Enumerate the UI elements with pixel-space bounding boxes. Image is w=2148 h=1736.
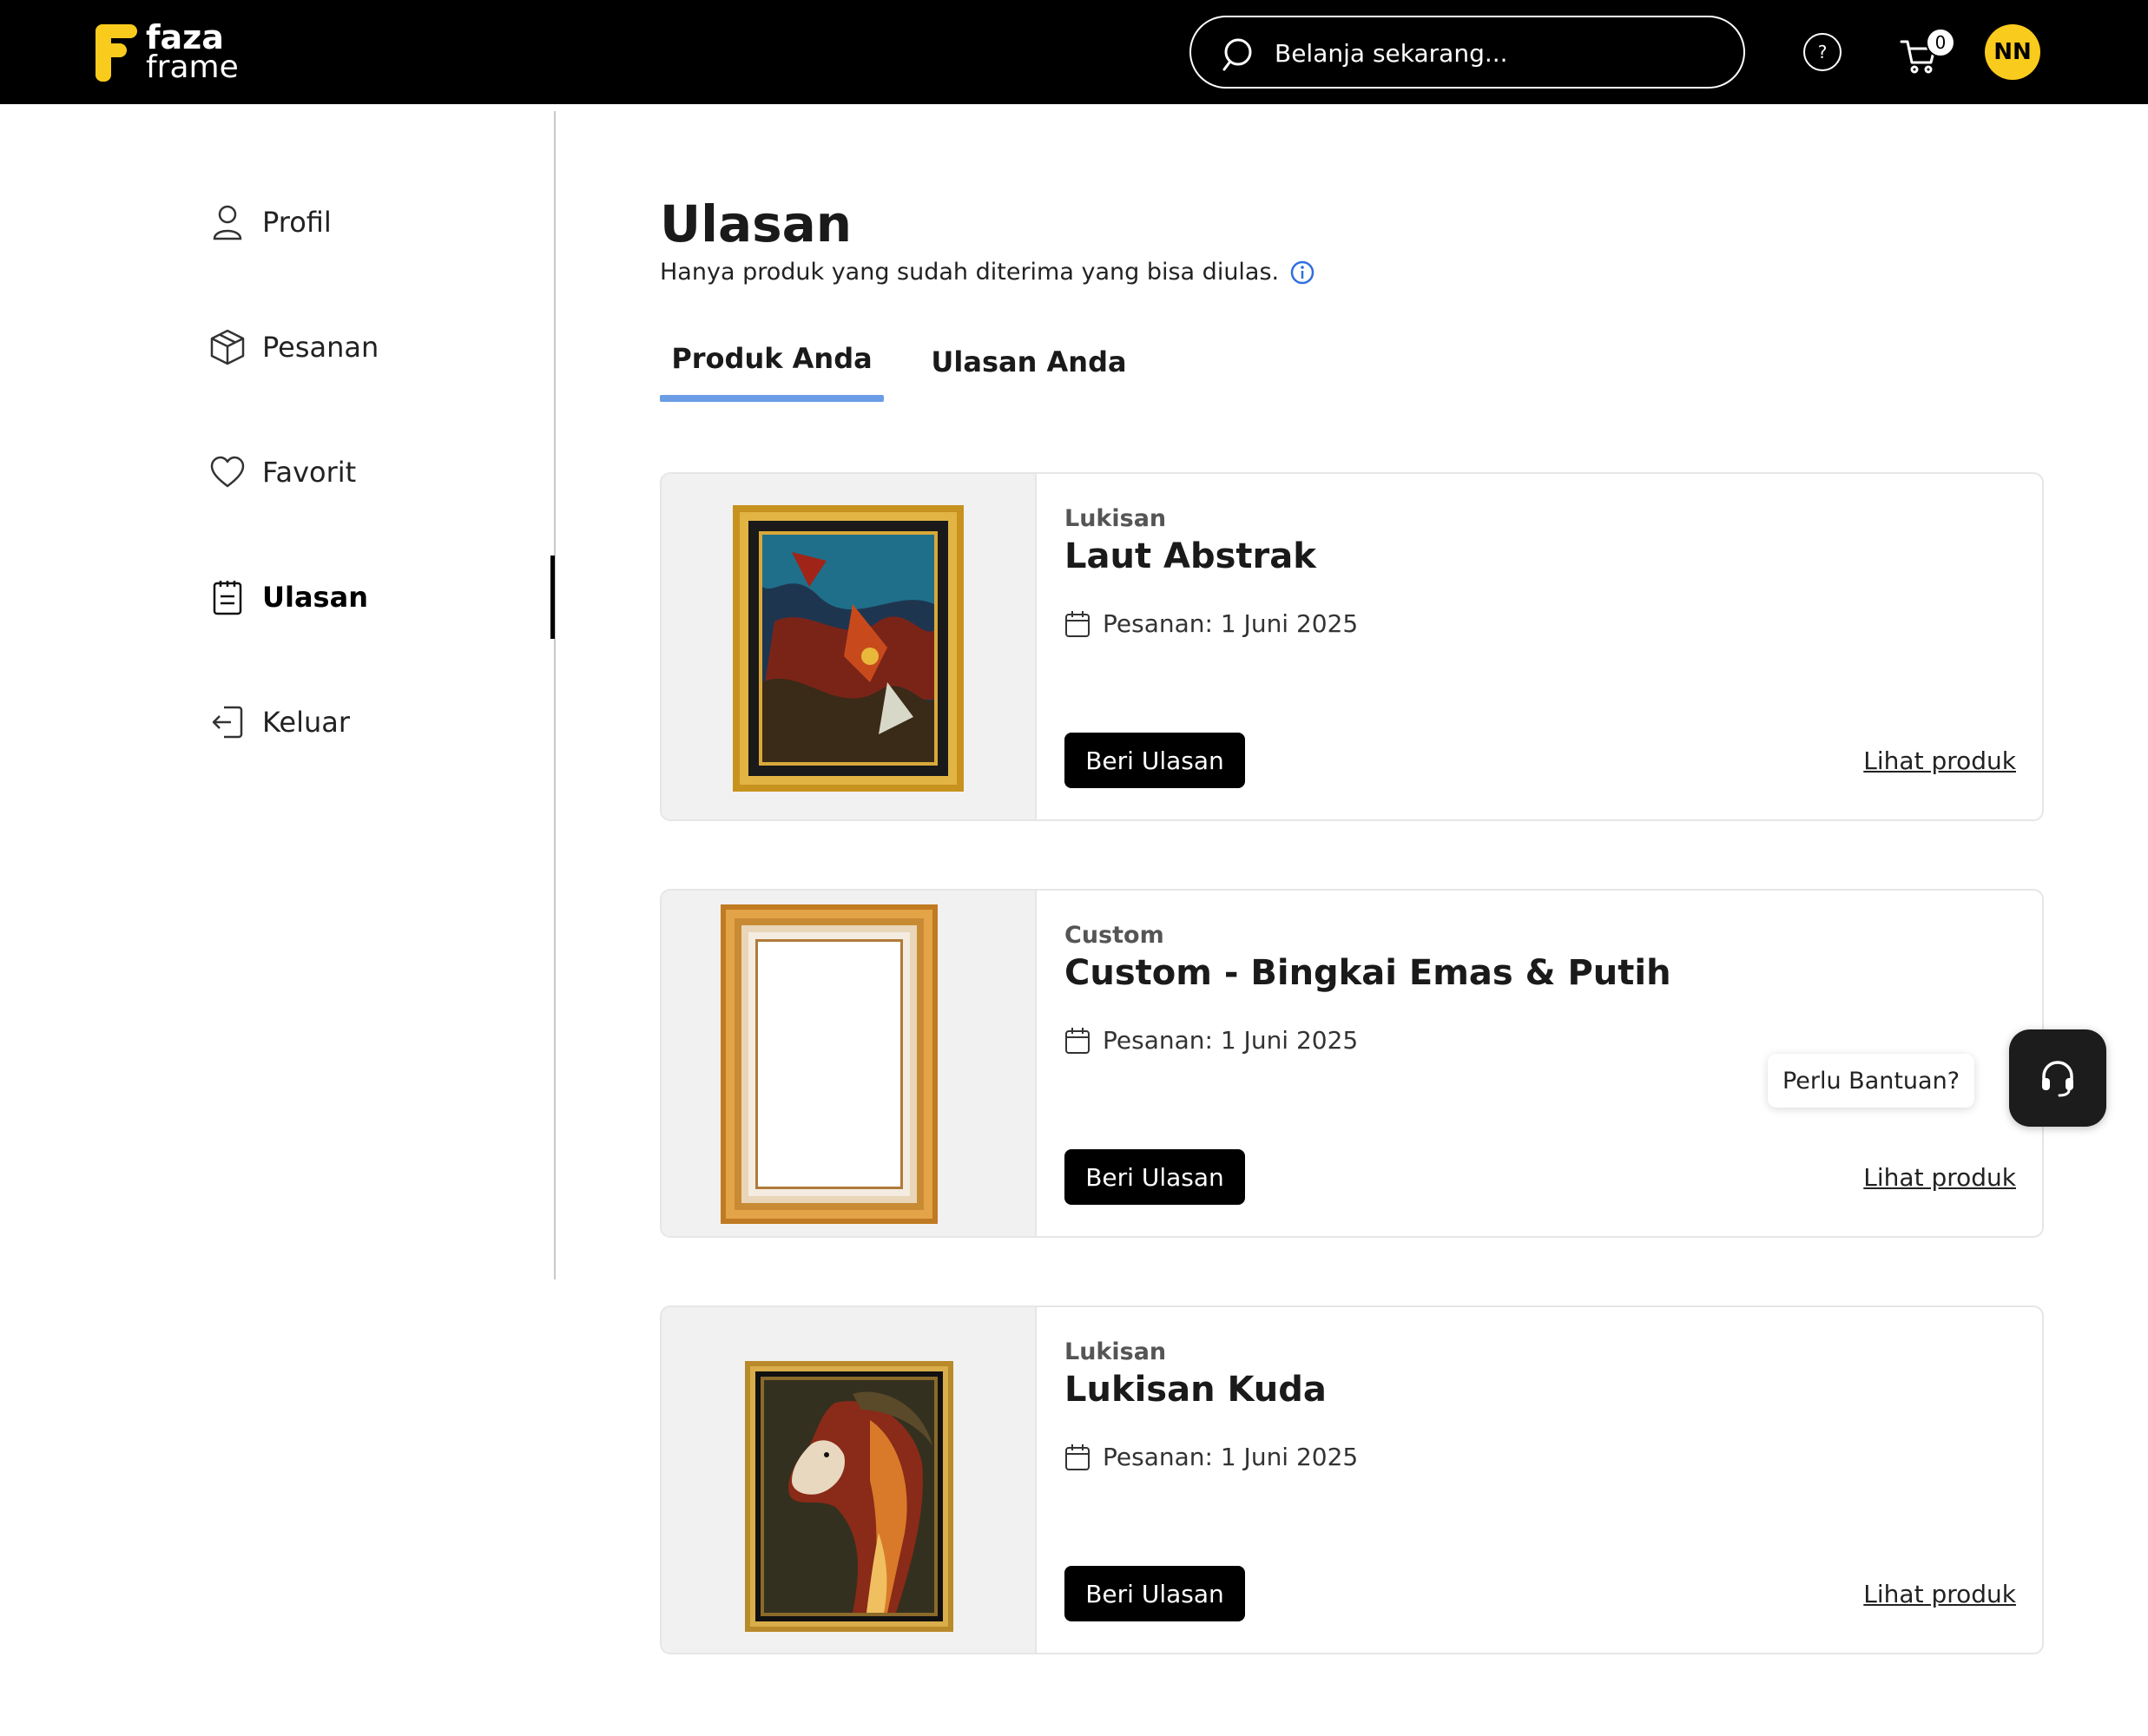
sidebar-item-label: Ulasan [262, 581, 368, 614]
page-title: Ulasan [660, 194, 853, 253]
sidebar-item-pesanan[interactable]: Pesanan [210, 321, 379, 373]
tab-ulasan-anda[interactable]: Ulasan Anda [920, 345, 1137, 406]
cart-button[interactable]: 0 [1900, 28, 1955, 78]
question-mark-icon: ? [1817, 42, 1828, 62]
help-bubble[interactable]: Perlu Bantuan? [1768, 1054, 1974, 1108]
order-date: Pesanan: 1 Juni 2025 [1064, 1026, 1358, 1055]
lihat-produk-link[interactable]: Lihat produk [1863, 1163, 2016, 1192]
page-subtitle: Hanya produk yang sudah diterima yang bi… [660, 259, 1315, 286]
sidebar-active-indicator [550, 556, 555, 639]
search-bar[interactable] [1189, 16, 1745, 89]
sidebar-item-label: Favorit [262, 456, 357, 489]
logo-mark-icon [96, 24, 137, 82]
faza-frame-logo[interactable]: faza frame [94, 19, 250, 87]
product-name: Lukisan Kuda [1064, 1370, 1327, 1410]
heart-icon [210, 453, 245, 491]
lihat-produk-link[interactable]: Lihat produk [1863, 746, 2016, 775]
subtitle-text: Hanya produk yang sudah diterima yang bi… [660, 259, 1280, 286]
product-category: Lukisan [1064, 1338, 1167, 1365]
product-card: Lukisan Laut Abstrak Pesanan: 1 Juni 202… [660, 472, 2044, 821]
sidebar-item-profil[interactable]: Profil [210, 196, 332, 248]
headset-icon [2042, 1061, 2073, 1097]
search-icon [1222, 38, 1252, 71]
sidebar-item-label: Profil [262, 206, 332, 239]
active-tab-indicator [660, 395, 884, 402]
order-date-text: Pesanan: 1 Juni 2025 [1103, 1443, 1359, 1471]
sidebar-item-label: Keluar [262, 706, 351, 739]
order-date: Pesanan: 1 Juni 2025 [1064, 609, 1358, 638]
logo-text-frame: frame [146, 49, 239, 85]
clipboard-icon [210, 578, 245, 616]
product-category: Lukisan [1064, 505, 1167, 532]
beri-ulasan-button[interactable]: Beri Ulasan [1064, 1149, 1245, 1205]
lihat-produk-link[interactable]: Lihat produk [1863, 1580, 2016, 1608]
calendar-icon [1065, 610, 1090, 637]
order-date: Pesanan: 1 Juni 2025 [1064, 1443, 1358, 1471]
sidebar-item-ulasan[interactable]: Ulasan [210, 571, 368, 623]
package-icon [210, 328, 245, 366]
help-button[interactable]: ? [1803, 33, 1842, 71]
support-chat-button[interactable] [2009, 1029, 2106, 1127]
sidebar-item-label: Pesanan [262, 331, 379, 364]
sidebar-item-favorit[interactable]: Favorit [210, 446, 356, 498]
cart-count-badge: 0 [1926, 28, 1955, 57]
product-name: Laut Abstrak [1064, 536, 1316, 576]
calendar-icon [1065, 1443, 1090, 1470]
calendar-icon [1065, 1027, 1090, 1054]
order-date-text: Pesanan: 1 Juni 2025 [1103, 1026, 1359, 1055]
sidebar-divider [554, 111, 556, 1279]
beri-ulasan-button[interactable]: Beri Ulasan [1064, 733, 1245, 788]
logout-icon [210, 703, 245, 741]
user-icon [210, 203, 245, 241]
product-name: Custom - Bingkai Emas & Putih [1064, 953, 1671, 993]
order-date-text: Pesanan: 1 Juni 2025 [1103, 609, 1359, 638]
top-navbar: faza frame ? 0 NN [0, 0, 2148, 104]
product-category: Custom [1064, 922, 1164, 949]
product-card: Lukisan Lukisan Kuda Pesanan: 1 Juni 202… [660, 1305, 2044, 1654]
search-input[interactable] [1275, 33, 1726, 73]
tab-produk-anda[interactable]: Produk Anda [660, 342, 884, 403]
sidebar-item-keluar[interactable]: Keluar [210, 696, 350, 748]
info-icon[interactable] [1289, 260, 1315, 286]
beri-ulasan-button[interactable]: Beri Ulasan [1064, 1566, 1245, 1621]
product-image-abstract-sea[interactable] [662, 474, 1037, 819]
product-image-horse-painting[interactable] [662, 1307, 1037, 1653]
product-image-gold-white-frame[interactable] [662, 891, 1037, 1236]
user-avatar[interactable]: NN [1985, 24, 2040, 80]
